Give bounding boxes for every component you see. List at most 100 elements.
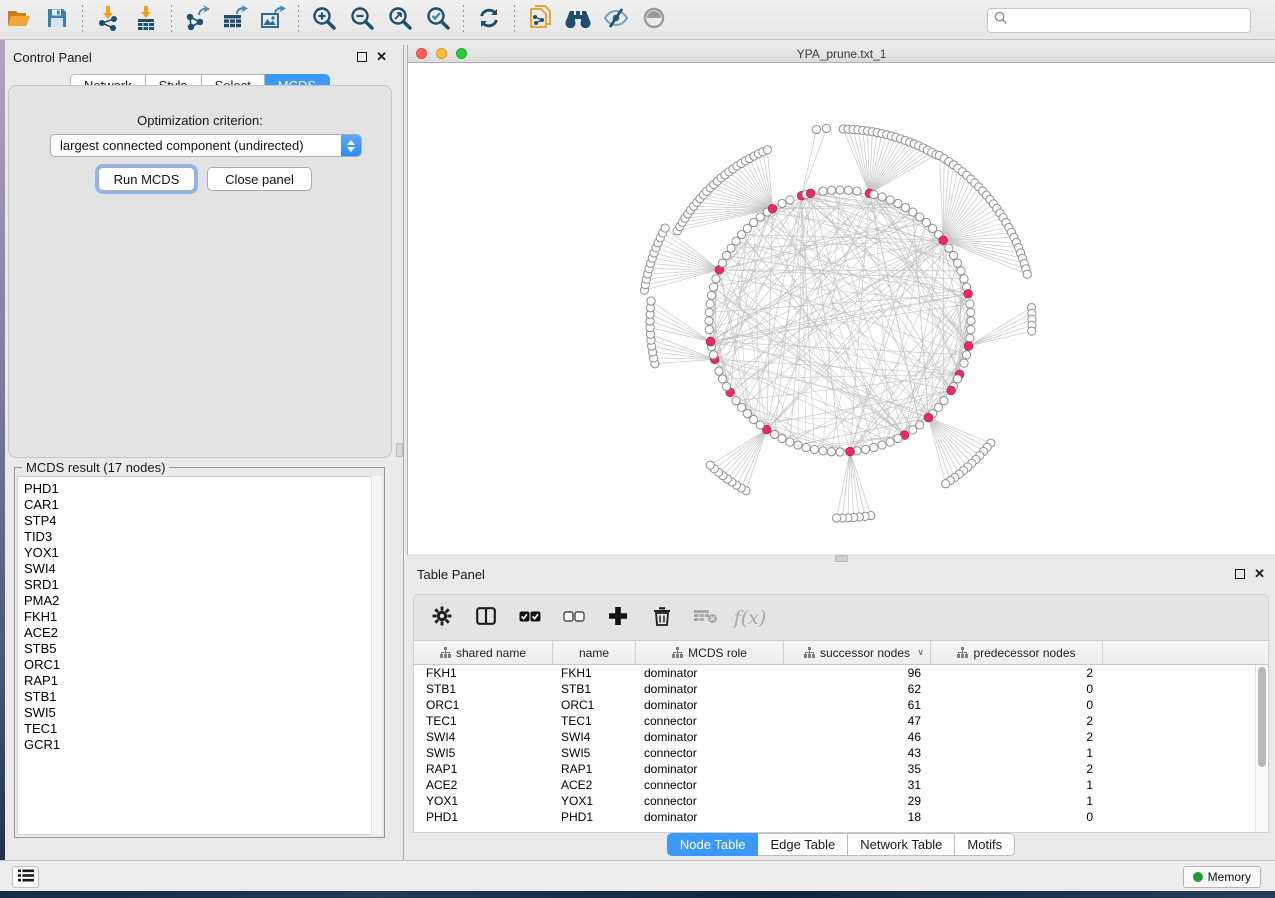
table-row[interactable]: FKH1FKH1dominator962: [414, 665, 1268, 681]
table-row[interactable]: ACE2ACE2connector311: [414, 777, 1268, 793]
column-header-MCDS-role[interactable]: MCDS role: [636, 641, 784, 664]
export-image-button[interactable]: [254, 3, 292, 37]
memory-label: Memory: [1208, 870, 1251, 884]
export-table-button[interactable]: [216, 3, 254, 37]
table-row[interactable]: ORC1ORC1dominator610: [414, 697, 1268, 713]
tab-network-table[interactable]: Network Table: [848, 833, 955, 856]
column-header-label: shared name: [456, 646, 526, 660]
main-toolbar: [0, 0, 1275, 40]
delete-table-icon: [694, 608, 718, 627]
table-row[interactable]: TEC1TEC1connector472: [414, 713, 1268, 729]
mcds-result-item[interactable]: TID3: [24, 529, 381, 545]
zoom-in-button[interactable]: [305, 3, 343, 37]
mcds-result-item[interactable]: CAR1: [24, 497, 381, 513]
open-file-button[interactable]: [0, 3, 38, 37]
mcds-result-item[interactable]: YOX1: [24, 545, 381, 561]
zoom-out-button[interactable]: [343, 3, 381, 37]
select-all-button[interactable]: [516, 604, 544, 632]
float-panel-icon[interactable]: [357, 52, 367, 62]
scrollbar-thumb[interactable]: [1258, 667, 1266, 767]
mcds-result-item[interactable]: FKH1: [24, 609, 381, 625]
mcds-result-item[interactable]: ORC1: [24, 657, 381, 673]
table-row[interactable]: PHD1PHD1dominator180: [414, 809, 1268, 825]
delete-column-button[interactable]: [648, 604, 676, 632]
run-mcds-button[interactable]: Run MCDS: [98, 167, 195, 191]
import-table-button[interactable]: [127, 3, 165, 37]
close-panel-icon[interactable]: ✕: [1254, 569, 1265, 579]
memory-button[interactable]: Memory: [1183, 866, 1261, 888]
mcds-result-item[interactable]: SRD1: [24, 577, 381, 593]
table-cell: TEC1: [553, 714, 636, 728]
mcds-result-item[interactable]: GCR1: [24, 737, 381, 753]
table-cell: 46: [784, 730, 931, 744]
hide-selected-button[interactable]: [597, 3, 635, 37]
mcds-result-item[interactable]: ACE2: [24, 625, 381, 641]
mcds-result-item[interactable]: PHD1: [24, 481, 381, 497]
refresh-button[interactable]: [470, 3, 508, 37]
export-network-button[interactable]: [178, 3, 216, 37]
column-header-name[interactable]: name: [553, 641, 636, 664]
table-cell: RAP1: [414, 762, 553, 776]
mcds-result-item[interactable]: RAP1: [24, 673, 381, 689]
float-panel-icon[interactable]: [1235, 569, 1245, 579]
mcds-result-item[interactable]: SWI4: [24, 561, 381, 577]
delete-table-button[interactable]: [692, 604, 720, 632]
column-header-shared-name[interactable]: shared name: [414, 641, 553, 664]
table-cell: 2: [931, 666, 1103, 680]
column-type-icon: [440, 647, 451, 658]
mcds-result-list[interactable]: PHD1CAR1STP4TID3YOX1SWI4SRD1PMA2FKH1ACE2…: [17, 476, 382, 835]
table-row[interactable]: SWI4SWI4dominator462: [414, 729, 1268, 745]
table-row[interactable]: RAP1RAP1dominator352: [414, 761, 1268, 777]
table-cell: 2: [931, 714, 1103, 728]
table-panel-title: Table Panel: [417, 567, 1235, 582]
network-file-button[interactable]: [521, 3, 559, 37]
mcds-result-item[interactable]: SWI5: [24, 705, 381, 721]
mcds-result-item[interactable]: STB5: [24, 641, 381, 657]
table-row[interactable]: STB1STB1dominator620: [414, 681, 1268, 697]
close-panel-icon[interactable]: ✕: [376, 52, 387, 62]
zoom-fit-icon: [387, 5, 413, 34]
save-button[interactable]: [38, 3, 76, 37]
show-panels-button[interactable]: [12, 866, 39, 888]
column-header-successor-nodes[interactable]: successor nodes∨: [784, 641, 931, 664]
close-panel-button[interactable]: Close panel: [207, 167, 312, 191]
table-cell: 47: [784, 714, 931, 728]
show-columns-button[interactable]: [472, 604, 500, 632]
zoom-selected-button[interactable]: [419, 3, 457, 37]
deselect-all-button[interactable]: [560, 604, 588, 632]
table-row[interactable]: SWI5SWI5connector431: [414, 745, 1268, 761]
table-cell: SWI4: [553, 730, 636, 744]
eye-icon: [642, 6, 666, 33]
splitter-handle[interactable]: [835, 555, 848, 562]
import-network-button[interactable]: [89, 3, 127, 37]
list-icon: [18, 869, 34, 885]
table-cell: 29: [784, 794, 931, 808]
mcds-result-scrollbar[interactable]: [371, 476, 382, 835]
table-cell: ORC1: [553, 698, 636, 712]
function-builder-button[interactable]: f(x): [736, 604, 764, 632]
table-cell: 31: [784, 778, 931, 792]
tab-motifs[interactable]: Motifs: [955, 833, 1015, 856]
splitter-handle[interactable]: [396, 443, 403, 457]
tab-edge-table[interactable]: Edge Table: [758, 833, 848, 856]
mcds-result-item[interactable]: STB1: [24, 689, 381, 705]
table-row[interactable]: YOX1YOX1connector291: [414, 793, 1268, 809]
criterion-select[interactable]: largest connected component (undirected): [50, 134, 362, 157]
search-icon: [994, 11, 1008, 30]
table-cell: SWI5: [553, 746, 636, 760]
table-scrollbar[interactable]: [1255, 665, 1268, 832]
search-network-button[interactable]: [559, 3, 597, 37]
zoom-fit-button[interactable]: [381, 3, 419, 37]
add-column-button[interactable]: [604, 604, 632, 632]
search-input[interactable]: [1013, 13, 1244, 28]
show-hidden-button[interactable]: [635, 3, 673, 37]
column-header-predecessor-nodes[interactable]: predecessor nodes: [931, 641, 1103, 664]
mcds-result-item[interactable]: PMA2: [24, 593, 381, 609]
mcds-result-item[interactable]: STP4: [24, 513, 381, 529]
table-settings-button[interactable]: [428, 604, 456, 632]
vertical-splitter[interactable]: [395, 45, 407, 860]
tab-node-table[interactable]: Node Table: [667, 833, 759, 856]
network-canvas[interactable]: [408, 63, 1275, 554]
horizontal-splitter[interactable]: [407, 555, 1275, 562]
mcds-result-item[interactable]: TEC1: [24, 721, 381, 737]
